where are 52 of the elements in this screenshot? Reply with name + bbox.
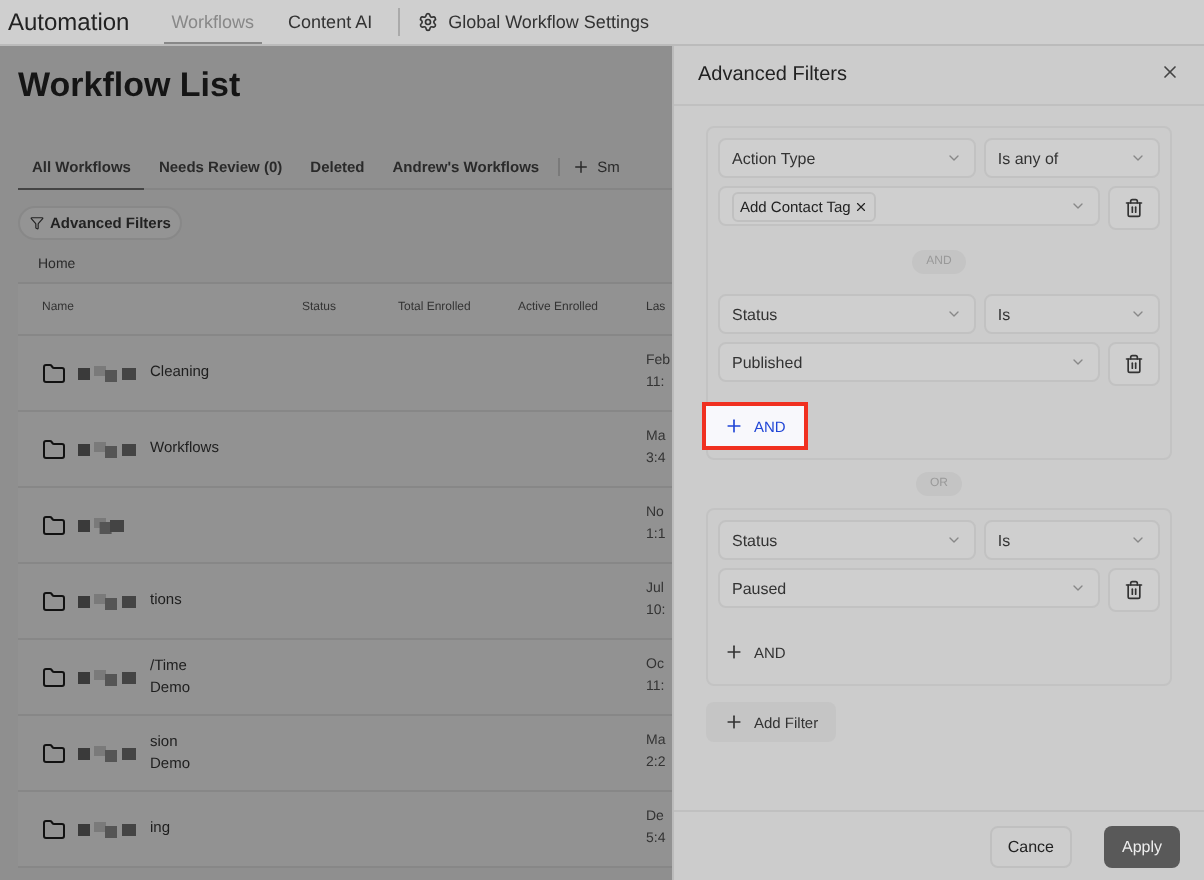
value-select[interactable]: Published [718,342,1100,382]
chevron-icon [1130,306,1146,322]
chevron-icon [1070,580,1086,596]
field-select[interactable]: Action Type [718,138,976,178]
apply-button[interactable]: Apply [1103,826,1180,868]
pixelated-redaction [78,365,138,381]
nav-tab[interactable]: Content AI [280,0,381,44]
field-select[interactable]: Status [718,520,976,560]
close-icon[interactable] [1160,61,1180,81]
pixelated-redaction [78,745,138,761]
folder-icon [42,817,66,841]
folder-icon [42,361,66,385]
panel-title: Advanced Filters [698,64,847,86]
chevron-icon [1070,354,1086,370]
chevron-icon [945,532,962,548]
trash-icon [1124,354,1144,374]
folder-icon [42,589,66,613]
field-select[interactable]: Status [718,294,976,334]
app-title: Automation [8,8,130,36]
chevron-icon [1130,532,1146,548]
settings-link[interactable]: Global Workflow Settings [418,12,649,32]
delete-button[interactable] [1108,342,1160,386]
operator-select[interactable]: Is [983,520,1160,560]
trash-icon [1124,198,1144,218]
pixelated-redaction [78,517,126,533]
chevron-icon [1070,198,1086,214]
settings-icon [418,12,439,32]
operator-select[interactable]: Is any of [983,138,1160,178]
plus-icon [571,158,590,176]
trash-icon [1124,580,1144,600]
cancel-button[interactable]: Cance [989,826,1072,868]
chevron-icon [1130,150,1146,166]
page-title: Workflow List [18,66,243,106]
chevron-icon [945,150,962,166]
pixelated-redaction [78,669,138,685]
folder-icon [42,437,66,461]
plus-icon [724,642,744,662]
pixelated-redaction [78,593,138,609]
folder-icon [42,665,66,689]
chevron-icon [945,306,962,322]
pixelated-redaction [78,821,138,837]
operator-select[interactable]: Is [983,294,1160,334]
delete-button[interactable] [1108,568,1160,612]
plus-icon [724,712,744,732]
value-select[interactable]: Paused [718,568,1100,608]
remove-icon[interactable] [854,199,869,213]
delete-button[interactable] [1108,186,1160,230]
folder-icon [42,513,66,537]
plus-icon [724,416,744,436]
filter-icon [30,216,44,230]
folder-icon [42,741,66,765]
pixelated-redaction [78,441,138,457]
